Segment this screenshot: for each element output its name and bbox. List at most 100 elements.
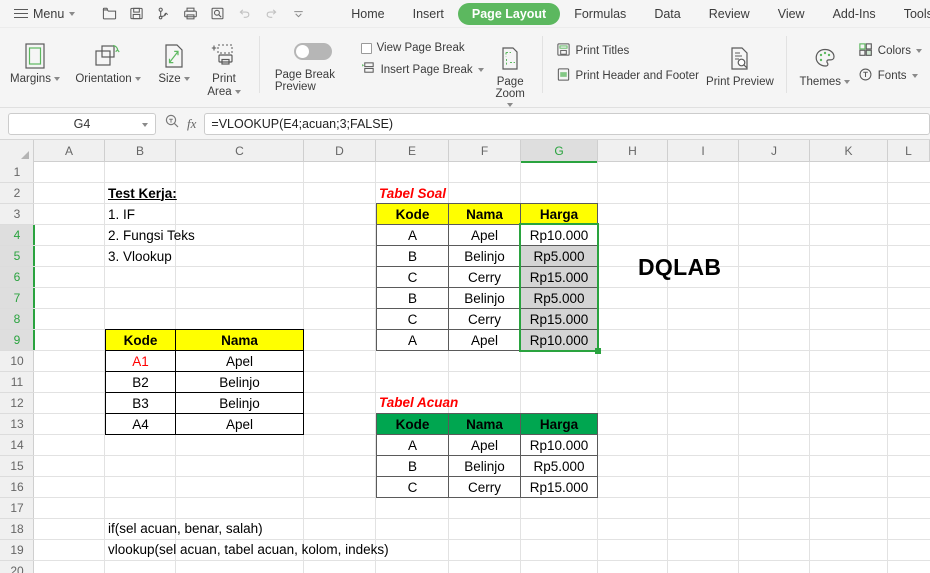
cell-c12-left-nama[interactable]: Belinjo: [175, 392, 304, 414]
cell-f5-soal-nama[interactable]: Belinjo: [448, 245, 521, 267]
print-area-button[interactable]: Print Area: [198, 33, 250, 98]
cell-e9-soal-kode[interactable]: A: [376, 329, 449, 351]
cell-f4-soal-nama[interactable]: Apel: [448, 224, 521, 246]
cell-b4-test-item-2[interactable]: 2. Fungsi Teks: [105, 225, 235, 245]
undo-icon[interactable]: [232, 2, 257, 25]
row-header-20[interactable]: 20: [0, 561, 34, 573]
cell-e12-tabel-acuan-title[interactable]: Tabel Acuan: [376, 392, 506, 412]
tab-add-ins[interactable]: Add-Ins: [819, 3, 890, 25]
cell-g15-acuan-harga[interactable]: Rp5.000: [520, 455, 598, 477]
row-header-2[interactable]: 2: [0, 183, 34, 204]
margins-button[interactable]: Margins: [4, 33, 66, 85]
view-page-break-checkbox-row[interactable]: View Page Break: [360, 42, 484, 54]
tab-formulas[interactable]: Formulas: [560, 3, 640, 25]
cell-f7-soal-nama[interactable]: Belinjo: [448, 287, 521, 309]
column-header-c[interactable]: C: [176, 140, 304, 162]
tab-review[interactable]: Review: [695, 3, 764, 25]
column-header-h[interactable]: H: [598, 140, 668, 162]
row-header-16[interactable]: 16: [0, 477, 34, 498]
cell-e4-soal-kode[interactable]: A: [376, 224, 449, 246]
column-header-d[interactable]: D: [304, 140, 376, 162]
checkbox-icon[interactable]: [360, 42, 372, 54]
row-header-13[interactable]: 13: [0, 414, 34, 435]
cell-c9-left-header-nama[interactable]: Nama: [175, 329, 304, 351]
share-icon[interactable]: [151, 2, 176, 25]
cell-g13-acuan-header-harga[interactable]: Harga: [520, 413, 598, 435]
column-header-k[interactable]: K: [810, 140, 888, 162]
cell-e6-soal-kode[interactable]: C: [376, 266, 449, 288]
column-header-f[interactable]: F: [449, 140, 521, 162]
cell-g3-soal-header-harga[interactable]: Harga: [520, 203, 598, 225]
row-header-11[interactable]: 11: [0, 372, 34, 393]
cell-g14-acuan-harga[interactable]: Rp10.000: [520, 434, 598, 456]
cell-f13-acuan-header-nama[interactable]: Nama: [448, 413, 521, 435]
orientation-button[interactable]: Orientation: [66, 33, 150, 85]
tab-page-layout[interactable]: Page Layout: [457, 2, 561, 25]
cell-b9-left-header-kode[interactable]: Kode: [105, 329, 176, 351]
column-header-l[interactable]: L: [888, 140, 930, 162]
cell-e7-soal-kode[interactable]: B: [376, 287, 449, 309]
print-preview-button[interactable]: Print Preview: [703, 33, 777, 89]
row-header-5[interactable]: 5: [0, 246, 35, 267]
column-header-e[interactable]: E: [376, 140, 449, 162]
cell-e8-soal-kode[interactable]: C: [376, 308, 449, 330]
size-button[interactable]: Size: [150, 33, 198, 85]
colors-button[interactable]: Colors: [858, 42, 923, 60]
print-preview-icon[interactable]: [205, 2, 230, 25]
page-zoom-button[interactable]: Page Zoom: [488, 33, 533, 107]
cell-c13-left-nama[interactable]: Apel: [175, 413, 304, 435]
fonts-button[interactable]: Fonts: [858, 67, 922, 85]
name-box[interactable]: G4: [8, 112, 156, 135]
toggle-switch[interactable]: [293, 43, 332, 60]
row-header-19[interactable]: 19: [0, 540, 34, 561]
cell-f6-soal-nama[interactable]: Cerry: [448, 266, 521, 288]
cell-b10-left-kode[interactable]: A1: [105, 350, 176, 372]
column-header-g[interactable]: G: [521, 140, 598, 163]
print-icon[interactable]: [178, 2, 203, 25]
row-header-6[interactable]: 6: [0, 267, 35, 288]
cell-b2-test-kerja-title[interactable]: Test Kerja:: [105, 183, 177, 203]
row-header-7[interactable]: 7: [0, 288, 35, 309]
cell-b3-test-item-1[interactable]: 1. IF: [105, 204, 175, 224]
tab-insert[interactable]: Insert: [399, 3, 458, 25]
tab-home[interactable]: Home: [337, 3, 398, 25]
row-header-3[interactable]: 3: [0, 204, 34, 225]
save-icon[interactable]: [124, 2, 149, 25]
row-header-15[interactable]: 15: [0, 456, 34, 477]
cell-f14-acuan-nama[interactable]: Apel: [448, 434, 521, 456]
tab-tools[interactable]: Tools: [890, 3, 930, 25]
page-break-preview-toggle[interactable]: Page Break Preview: [269, 33, 357, 93]
chevron-down-icon[interactable]: [142, 122, 148, 127]
fill-handle[interactable]: [595, 348, 601, 354]
cell-f3-soal-header-nama[interactable]: Nama: [448, 203, 521, 225]
cell-g6-soal-harga[interactable]: Rp15.000: [520, 266, 598, 288]
insert-page-break-button[interactable]: Insert Page Break: [361, 61, 484, 78]
column-header-b[interactable]: B: [105, 140, 176, 162]
cell-b19-note-vlookup[interactable]: vlookup(sel acuan, tabel acuan, kolom, i…: [105, 539, 465, 560]
row-header-18[interactable]: 18: [0, 519, 34, 540]
row-header-10[interactable]: 10: [0, 351, 34, 372]
redo-icon[interactable]: [259, 2, 284, 25]
print-titles-button[interactable]: Print Titles: [556, 42, 699, 60]
tab-view[interactable]: View: [764, 3, 819, 25]
cell-g4-soal-harga[interactable]: Rp10.000: [520, 224, 598, 246]
formula-search-icon[interactable]: [164, 113, 180, 134]
cell-e14-acuan-kode[interactable]: A: [376, 434, 449, 456]
column-header-a[interactable]: A: [34, 140, 105, 162]
open-folder-icon[interactable]: [97, 2, 122, 25]
cell-b18-note-if[interactable]: if(sel acuan, benar, salah): [105, 518, 405, 539]
cell-f15-acuan-nama[interactable]: Belinjo: [448, 455, 521, 477]
cell-b12-left-kode[interactable]: B3: [105, 392, 176, 414]
cell-f16-acuan-nama[interactable]: Cerry: [448, 476, 521, 498]
cell-b13-left-kode[interactable]: A4: [105, 413, 176, 435]
cell-g8-soal-harga[interactable]: Rp15.000: [520, 308, 598, 330]
row-header-9[interactable]: 9: [0, 330, 35, 351]
menu-button[interactable]: Menu: [8, 5, 81, 23]
cell-g9-soal-harga[interactable]: Rp10.000: [520, 329, 598, 351]
column-header-i[interactable]: I: [668, 140, 739, 162]
cell-b5-test-item-3[interactable]: 3. Vlookup: [105, 246, 235, 266]
cell-e2-tabel-soal-title[interactable]: Tabel Soal: [376, 183, 496, 203]
cell-f8-soal-nama[interactable]: Cerry: [448, 308, 521, 330]
row-header-4[interactable]: 4: [0, 225, 35, 246]
themes-button[interactable]: Themes: [796, 33, 854, 88]
